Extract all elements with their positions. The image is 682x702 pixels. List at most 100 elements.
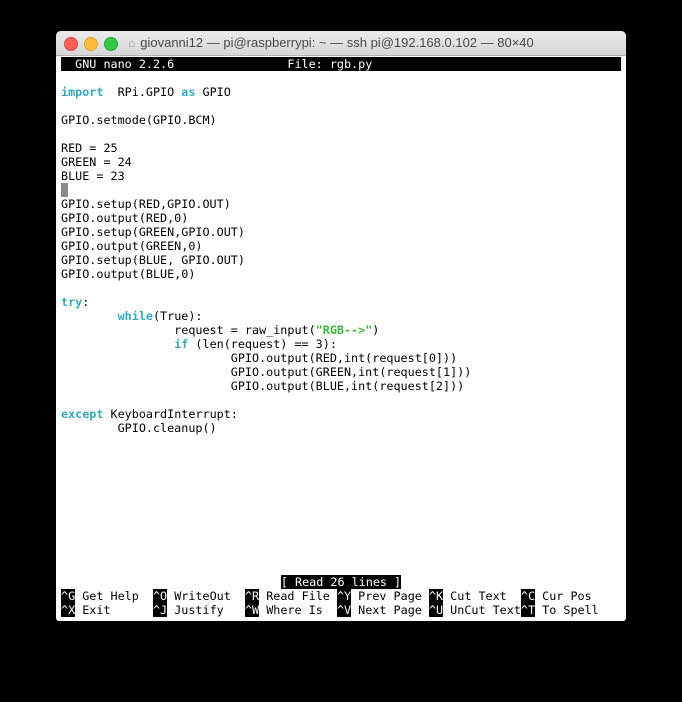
code-line: BLUE = 23 [61,169,621,183]
maximize-button[interactable] [104,37,118,51]
nano-header: GNU nano 2.2.6 File: rgb.py [61,57,621,71]
shortcut-label: Cut Text [443,589,521,603]
status-line: [ Read 26 lines ] [61,575,621,589]
code-line: RED = 25 [61,141,621,155]
shortcut-item[interactable]: ^J Justify [152,603,245,617]
code-editor[interactable]: import RPi.GPIO as GPIO GPIO.setmode(GPIO… [61,71,621,435]
code-line: GPIO.setup(GREEN,GPIO.OUT) [61,225,621,239]
code-text: GPIO.output(GREEN,0) [61,239,203,253]
keyword: if [174,337,189,351]
shortcut-key: ^W [244,603,260,617]
shortcut-key: ^V [336,603,352,617]
code-text: GPIO.output(RED,int(request[0])) [61,351,458,365]
shortcut-row: ^X Exit ^J Justify ^W Where Is ^V Next P… [61,603,621,617]
window-title: ⌂ giovanni12 — pi@raspberrypi: ~ — ssh pi… [128,35,534,50]
code-line: GPIO.cleanup() [61,421,621,435]
code-text: KeyboardInterrupt: [103,407,238,421]
shortcut-key: ^R [244,589,260,603]
code-text: GPIO.output(BLUE,int(request[2])) [61,379,465,393]
code-line: request = raw_input("RGB-->") [61,323,621,337]
code-line: GPIO.output(RED,0) [61,211,621,225]
shortcut-item[interactable]: ^K Cut Text [428,589,521,603]
code-line: GREEN = 24 [61,155,621,169]
shortcut-bar: ^G Get Help ^O WriteOut ^R Read File ^Y … [61,589,621,617]
shortcut-item[interactable]: ^R Read File [244,589,337,603]
close-button[interactable] [64,37,78,51]
shortcut-label: Next Page [351,603,429,617]
shortcut-key: ^C [520,589,536,603]
window-title-text: giovanni12 — pi@raspberrypi: ~ — ssh pi@… [140,35,534,50]
shortcut-key: ^T [520,603,536,617]
shortcut-label: Where Is [259,603,337,617]
shortcut-label: WriteOut [167,589,245,603]
code-line: GPIO.setmode(GPIO.BCM) [61,113,621,127]
terminal-content[interactable]: GNU nano 2.2.6 File: rgb.py import RPi.G… [61,57,621,617]
code-text: GPIO [195,85,231,99]
code-text: RED = 25 [61,141,118,155]
shortcut-item[interactable]: ^X Exit [61,603,153,617]
code-text: GPIO.output(GREEN,int(request[1])) [61,365,472,379]
terminal-window: ⌂ giovanni12 — pi@raspberrypi: ~ — ssh pi… [56,31,626,621]
code-text: GPIO.output(BLUE,0) [61,267,196,281]
home-icon: ⌂ [128,36,136,50]
code-line: GPIO.output(RED,int(request[0])) [61,351,621,365]
shortcut-item[interactable]: ^T To Spell [520,603,599,617]
shortcut-key: ^G [61,589,76,603]
code-text: ) [372,323,380,337]
code-text: BLUE = 23 [61,169,125,183]
code-text: GPIO.setup(RED,GPIO.OUT) [61,197,231,211]
shortcut-label: Cur Pos [535,589,592,603]
code-text: GPIO.setup(GREEN,GPIO.OUT) [61,225,245,239]
code-text: (len(request) == 3): [188,337,337,351]
code-line: GPIO.setup(BLUE, GPIO.OUT) [61,253,621,267]
code-text: GPIO.setmode(GPIO.BCM) [61,113,217,127]
code-text: request = raw_input( [61,323,316,337]
shortcut-item[interactable]: ^W Where Is [244,603,337,617]
code-line: try: [61,295,621,309]
shortcut-item[interactable]: ^U UnCut Text [428,603,521,617]
code-text: : [82,295,90,309]
title-bar[interactable]: ⌂ giovanni12 — pi@raspberrypi: ~ — ssh pi… [56,31,626,56]
shortcut-row: ^G Get Help ^O WriteOut ^R Read File ^Y … [61,589,621,603]
code-line: GPIO.output(BLUE,0) [61,267,621,281]
keyword: import [61,85,104,99]
keyword: while [117,309,153,323]
shortcut-label: Justify [167,603,245,617]
shortcut-label: To Spell [535,603,599,617]
code-line: GPIO.output(GREEN,int(request[1])) [61,365,621,379]
code-line: while(True): [61,309,621,323]
code-text: GPIO.setup(BLUE, GPIO.OUT) [61,253,245,267]
minimize-button[interactable] [84,37,98,51]
shortcut-item[interactable]: ^V Next Page [336,603,429,617]
text-cursor [61,183,68,197]
keyword: try [61,295,83,309]
shortcut-item[interactable]: ^C Cur Pos [520,589,592,603]
code-line [61,183,621,197]
shortcut-item[interactable]: ^G Get Help [61,589,153,603]
code-line: import RPi.GPIO as GPIO [61,85,621,99]
keyword: as [181,85,196,99]
nano-filename: File: rgb.py [287,57,373,71]
shortcut-item[interactable]: ^Y Prev Page [336,589,429,603]
shortcut-item[interactable]: ^O WriteOut [152,589,245,603]
shortcut-label: Prev Page [351,589,429,603]
code-text: GPIO.cleanup() [61,421,217,435]
shortcut-key: ^Y [336,589,352,603]
shortcut-key: ^X [61,603,76,617]
shortcut-label: Read File [259,589,337,603]
code-text: RPi.GPIO [103,85,182,99]
code-line: if (len(request) == 3): [61,337,621,351]
shortcut-label: Get Help [75,589,153,603]
string-literal: "RGB-->" [315,323,373,337]
code-text: GREEN = 24 [61,155,132,169]
shortcut-key: ^O [152,589,168,603]
keyword: except [61,407,104,421]
shortcut-label: UnCut Text [443,603,521,617]
status-message: [ Read 26 lines ] [280,575,402,589]
